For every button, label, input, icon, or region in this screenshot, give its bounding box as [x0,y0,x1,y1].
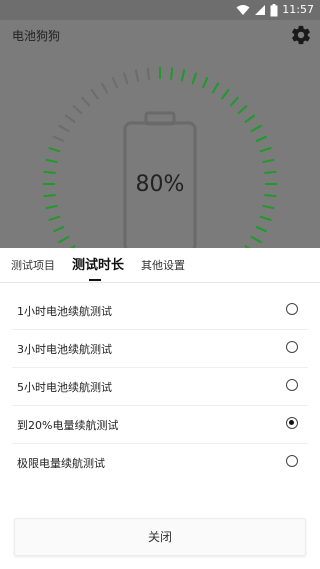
option-to-20-percent[interactable]: 到20%电量续航测试 [12,406,308,444]
tab-test-items[interactable]: 测试项目 [11,248,55,282]
gauge-tick [58,124,70,133]
gauge-tick [146,67,150,80]
gauge-tick [134,69,140,82]
battery-gauge [43,67,277,248]
radio-button[interactable] [286,379,298,391]
gauge-tick [211,82,220,94]
gauge-tick [262,158,275,164]
tab-bar: 测试项目 测试时长 其他设置 [0,248,320,283]
gauge-tick [48,146,61,153]
gauge-tick [237,104,248,115]
gauge-tick [122,72,129,85]
gauge-tick [255,135,268,143]
app-title: 电池狗狗 [12,29,61,43]
option-label: 1小时电池续航测试 [17,305,112,318]
tab-other-settings[interactable]: 其他设置 [141,248,185,282]
gauge-tick [48,215,61,222]
signal-icon [255,5,266,15]
gear-icon[interactable] [290,24,312,46]
bottom-sheet: 测试项目 测试时长 其他设置 1小时电池续航测试 3小时电池续航测试 5小时电池… [0,248,320,569]
gauge-tick [250,124,262,133]
tab-indicator [89,279,101,281]
option-label: 3小时电池续航测试 [17,343,112,356]
gauge-tick [201,76,209,89]
gauge-tick [64,114,76,124]
option-label: 到20%电量续航测试 [17,419,119,432]
gauge-tick [220,88,230,100]
gauge-tick [191,72,198,85]
radio-button[interactable] [286,303,298,315]
battery-gauge-area: 80% [0,50,320,248]
gauge-tick [72,104,83,115]
gauge-tick [180,69,186,82]
gauge-ticks [43,67,277,248]
app-bar: 电池狗狗 [0,20,320,50]
gauge-tick [111,76,119,89]
gauge-tick [100,82,109,94]
gauge-tick [262,204,275,210]
option-label: 5小时电池续航测试 [17,381,112,394]
option-5-hour[interactable]: 5小时电池续航测试 [12,368,308,406]
gauge-tick [80,96,91,107]
status-bar: 11:57 [0,0,320,20]
status-time: 11:57 [282,3,314,16]
gauge-tick [45,158,58,164]
gauge-tick [255,225,268,233]
duration-options: 1小时电池续航测试 3小时电池续航测试 5小时电池续航测试 到20%电量续航测试… [12,292,308,481]
radio-button[interactable] [286,455,298,467]
gauge-tick [52,225,65,233]
gauge-tick [244,114,256,124]
gauge-tick [45,204,58,210]
option-1-hour[interactable]: 1小时电池续航测试 [12,292,308,330]
radio-button-selected[interactable] [286,417,298,429]
gauge-tick [259,215,272,222]
gauge-tick [58,235,70,244]
gauge-tick [250,235,262,244]
gauge-tick [259,146,272,153]
status-icons: 11:57 [236,2,314,18]
option-label: 极限电量续航测试 [17,457,105,470]
battery-icon [270,3,278,16]
option-3-hour[interactable]: 3小时电池续航测试 [12,330,308,368]
radio-button[interactable] [286,341,298,353]
gauge-tick [52,135,65,143]
gauge-tick [170,67,174,80]
gauge-tick [90,88,100,100]
close-button[interactable]: 关闭 [14,518,306,556]
option-extreme[interactable]: 极限电量续航测试 [12,444,308,481]
tab-test-duration[interactable]: 测试时长 [72,248,124,282]
gauge-tick [229,96,240,107]
wifi-icon [236,5,250,15]
battery-percent: 80% [135,172,185,197]
